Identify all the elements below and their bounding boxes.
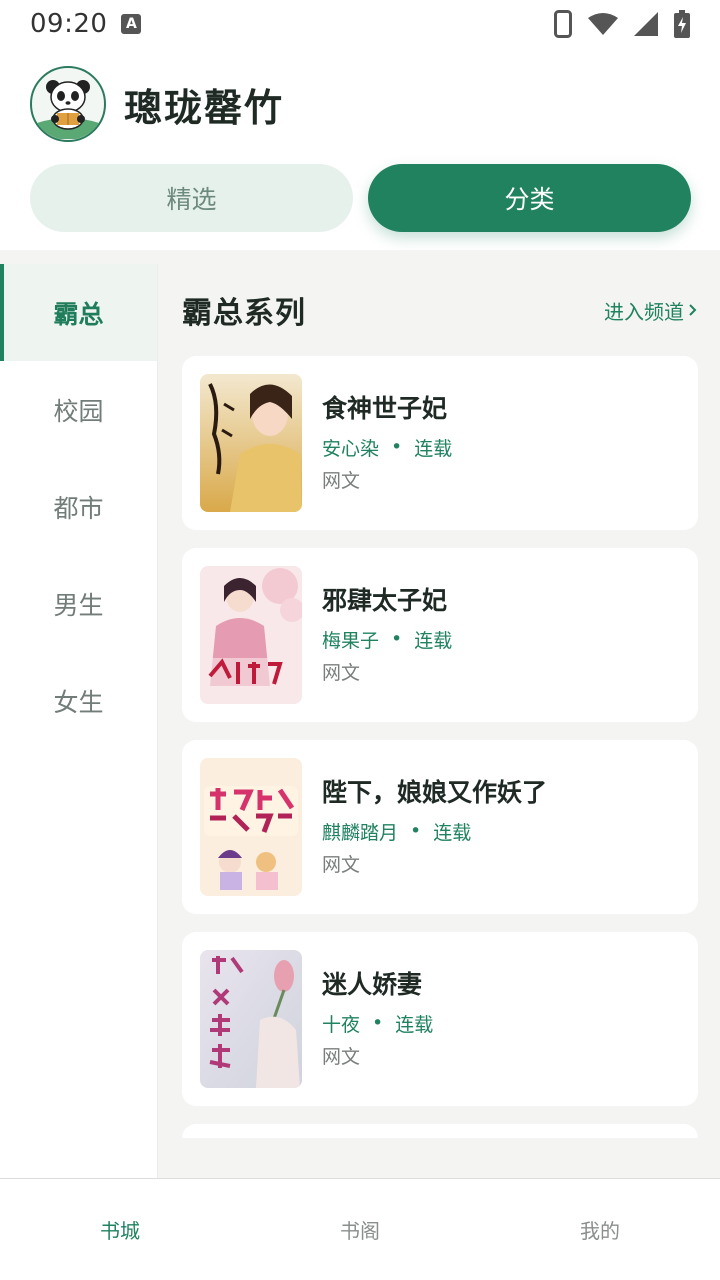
book-status: 连载 xyxy=(433,821,472,844)
book-genre: 网文 xyxy=(322,662,361,684)
bottom-nav: 书城 书阁 我的 xyxy=(0,1178,720,1280)
category-sidebar: 霸总 校园 都市 男生 女生 xyxy=(0,264,158,1178)
book-title: 迷人娇妻 xyxy=(322,970,423,999)
tab-featured[interactable]: 精选 xyxy=(30,164,353,232)
sidebar-item-campus[interactable]: 校园 xyxy=(0,361,157,458)
book-card[interactable]: 邪肆太子妃 梅果子 • 连载 网文 xyxy=(182,548,698,722)
book-meta: 安心染 • 连载 xyxy=(322,433,452,461)
app-title: 璁珑罄竹 xyxy=(124,85,285,130)
book-cover xyxy=(200,566,302,704)
notification-badge: A xyxy=(121,14,142,34)
book-status: 连载 xyxy=(414,437,453,460)
book-genre: 网文 xyxy=(322,470,361,492)
book-info: 邪肆太子妃 梅果子 • 连载 网文 xyxy=(322,583,452,687)
book-card[interactable]: 迷人娇妻 十夜 • 连载 网文 xyxy=(182,932,698,1106)
book-author: 安心染 xyxy=(322,437,380,460)
meta-separator: • xyxy=(391,628,403,650)
panda-reading-icon[interactable] xyxy=(30,66,106,142)
status-time: 09:20 xyxy=(30,9,108,39)
book-card[interactable]: 陛下，娘娘又作妖了 麒麟踏月 • 连载 网文 xyxy=(182,740,698,914)
book-meta: 十夜 • 连载 xyxy=(322,1009,433,1037)
nav-bookstore[interactable]: 书城 xyxy=(0,1179,240,1280)
nav-profile[interactable]: 我的 xyxy=(480,1179,720,1280)
book-meta: 梅果子 • 连载 xyxy=(322,625,452,653)
book-title: 陛下，娘娘又作妖了 xyxy=(322,778,548,807)
meta-separator: • xyxy=(372,1012,384,1034)
top-tabs: 精选 分类 xyxy=(30,164,691,232)
book-meta: 麒麟踏月 • 连载 xyxy=(322,817,547,845)
book-title: 邪肆太子妃 xyxy=(322,586,448,615)
nav-bookshelf[interactable]: 书阁 xyxy=(240,1179,480,1280)
tab-categories[interactable]: 分类 xyxy=(368,164,691,232)
battery-charging-icon xyxy=(674,10,690,38)
book-status: 连载 xyxy=(414,629,453,652)
book-info: 迷人娇妻 十夜 • 连载 网文 xyxy=(322,967,433,1071)
book-card[interactable] xyxy=(182,1124,698,1138)
sidebar-item-female[interactable]: 女生 xyxy=(0,652,157,749)
section-header: 霸总系列 进入频道 xyxy=(182,264,698,356)
book-card[interactable]: 食神世子妃 安心染 • 连载 网文 xyxy=(182,356,698,530)
book-genre: 网文 xyxy=(322,1046,361,1068)
book-title: 食神世子妃 xyxy=(322,394,448,423)
book-cover xyxy=(200,374,302,512)
enter-channel-link[interactable]: 进入频道 xyxy=(604,296,698,325)
app-header: 璁珑罄竹 xyxy=(30,66,284,142)
wifi-icon xyxy=(588,13,618,35)
book-author: 梅果子 xyxy=(322,629,380,652)
book-author: 麒麟踏月 xyxy=(322,821,399,844)
book-info: 陛下，娘娘又作妖了 麒麟踏月 • 连载 网文 xyxy=(322,775,547,879)
book-list: 霸总系列 进入频道 食神世子妃 安心染 • 连载 网文 邪肆太子妃 梅果子 • … xyxy=(182,264,698,1138)
book-cover xyxy=(200,758,302,896)
enter-channel-label: 进入频道 xyxy=(604,299,684,324)
book-author: 十夜 xyxy=(322,1013,361,1036)
meta-separator: • xyxy=(410,820,422,842)
status-bar: 09:20 A xyxy=(0,0,720,48)
book-status: 连载 xyxy=(395,1013,434,1036)
status-icons xyxy=(554,10,690,38)
sidebar-item-male[interactable]: 男生 xyxy=(0,555,157,652)
signal-icon xyxy=(634,12,658,36)
book-genre: 网文 xyxy=(322,854,361,876)
chevron-right-icon xyxy=(689,304,697,316)
book-cover xyxy=(200,950,302,1088)
meta-separator: • xyxy=(391,436,403,458)
sidebar-item-ceo[interactable]: 霸总 xyxy=(0,264,157,361)
section-title: 霸总系列 xyxy=(182,296,306,331)
book-info: 食神世子妃 安心染 • 连载 网文 xyxy=(322,391,452,495)
phone-outline-icon xyxy=(554,10,572,38)
content-area: 霸总 校园 都市 男生 女生 霸总系列 进入频道 食神世子妃 安心染 • 连载 … xyxy=(0,250,720,1178)
sidebar-item-urban[interactable]: 都市 xyxy=(0,458,157,555)
